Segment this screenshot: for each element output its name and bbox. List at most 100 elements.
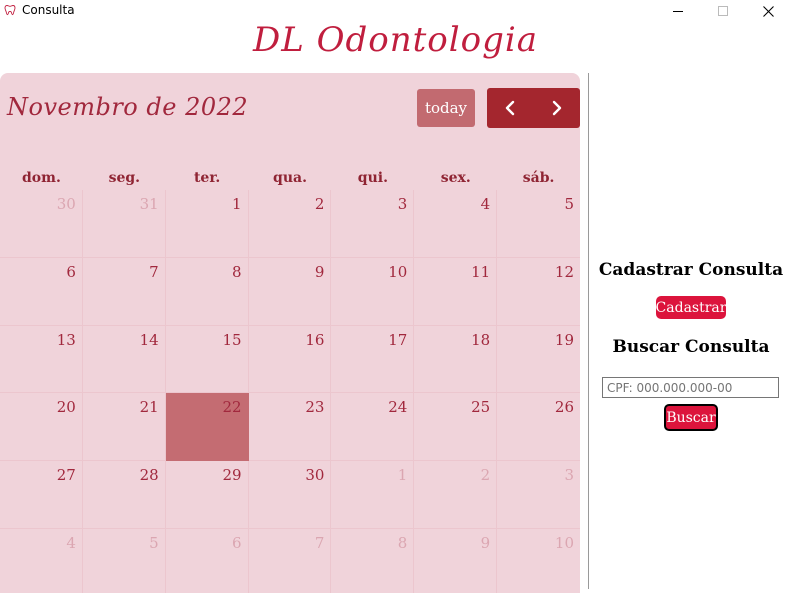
calendar-day[interactable]: 13 [0, 325, 83, 394]
calendar-day[interactable]: 5 [497, 190, 580, 258]
next-month-button[interactable] [534, 88, 581, 128]
calendar-day[interactable]: 9 [414, 528, 498, 593]
calendar-day[interactable]: 1 [331, 461, 415, 529]
day-number: 14 [139, 330, 159, 349]
day-number: 13 [56, 330, 76, 349]
prev-month-button[interactable] [487, 88, 534, 128]
calendar-day[interactable]: 4 [414, 190, 498, 258]
day-number: 5 [149, 533, 159, 552]
day-number: 20 [56, 398, 76, 417]
day-number: 1 [397, 466, 408, 485]
calendar-day[interactable]: 8 [165, 257, 249, 326]
calendar-day[interactable]: 2 [414, 461, 498, 529]
calendar-day[interactable]: 30 [248, 461, 332, 529]
weekday-label: dom. [22, 170, 61, 186]
day-number: 18 [471, 330, 491, 349]
calendar-day[interactable]: 28 [82, 461, 166, 529]
cpf-input[interactable] [602, 377, 779, 398]
calendar-day[interactable]: 8 [331, 528, 415, 593]
calendar-day[interactable]: 14 [82, 325, 166, 394]
day-number: 10 [388, 262, 408, 281]
calendar-day[interactable]: 10 [331, 257, 415, 326]
calendar-day[interactable]: 18 [414, 325, 498, 394]
day-number: 28 [139, 466, 159, 485]
day-number: 16 [305, 330, 325, 349]
day-number: 23 [305, 398, 325, 417]
calendar-day[interactable]: 6 [166, 528, 249, 593]
day-number: 24 [388, 398, 408, 417]
chevron-left-icon [506, 100, 515, 116]
buscar-heading: Buscar Consulta [612, 337, 770, 357]
day-number: 30 [56, 195, 76, 213]
calendar-day[interactable]: 1 [165, 190, 249, 258]
day-number: 9 [480, 533, 491, 552]
day-number: 8 [232, 262, 242, 281]
tooth-icon [4, 5, 16, 16]
day-number: 10 [554, 533, 575, 552]
weekday-label: seg. [108, 170, 141, 186]
calendar-day[interactable]: 21 [82, 393, 166, 462]
day-number: 25 [471, 398, 491, 417]
calendar-day[interactable]: 12 [497, 258, 580, 326]
weekday-label: qua. [273, 170, 307, 186]
calendar-day[interactable]: 3 [331, 190, 415, 258]
calendar-day[interactable]: 16 [248, 325, 332, 394]
day-number: 2 [314, 195, 325, 213]
today-button[interactable]: today [417, 89, 475, 127]
calendar-day[interactable]: 10 [497, 529, 580, 593]
day-number: 6 [232, 533, 242, 552]
calendar-day[interactable]: 3 [497, 461, 580, 529]
calendar-day[interactable]: 7 [249, 528, 332, 593]
calendar-week: 30 31 1 2 3 4 5 [0, 190, 580, 258]
calendar-week: 13 14 15 16 17 18 19 [0, 325, 580, 394]
calendar-day[interactable]: 24 [331, 393, 415, 462]
window-title: Consulta [22, 3, 75, 17]
calendar-day[interactable]: 17 [331, 325, 415, 394]
weekday-label: sáb. [522, 170, 555, 186]
day-number: 11 [471, 262, 491, 281]
cadastrar-heading: Cadastrar Consulta [598, 260, 784, 280]
calendar-day[interactable]: 5 [83, 528, 166, 593]
calendar-day[interactable]: 26 [497, 393, 580, 462]
weekday-header: dom. seg. ter. qua. qui. sex. sáb. [0, 170, 580, 190]
day-number: 26 [554, 398, 575, 417]
calendar-day[interactable]: 29 [165, 461, 249, 529]
calendar-week: 4 5 6 7 8 9 10 [0, 528, 580, 593]
calendar-week: 27 28 29 30 1 2 3 [0, 461, 580, 529]
day-number: 30 [305, 466, 325, 485]
day-number: 7 [314, 533, 325, 552]
day-number: 6 [66, 262, 76, 281]
calendar-day[interactable]: 19 [497, 326, 580, 394]
chevron-right-icon [552, 100, 561, 116]
buscar-button[interactable]: Buscar [664, 404, 718, 431]
calendar-day[interactable]: 9 [248, 257, 332, 326]
panel-divider [588, 73, 589, 589]
day-number: 4 [480, 195, 491, 213]
day-number: 21 [139, 398, 159, 417]
calendar-day[interactable]: 7 [82, 257, 166, 326]
calendar-day[interactable]: 2 [248, 190, 332, 258]
calendar-day[interactable]: 11 [414, 257, 498, 326]
calendar-day[interactable]: 15 [165, 325, 249, 394]
day-number: 19 [554, 330, 575, 349]
calendar-day[interactable]: 4 [0, 528, 83, 593]
day-number: 1 [232, 195, 242, 213]
calendar-week: 6 7 8 9 10 11 12 [0, 257, 580, 326]
calendar-day-today[interactable]: 22 [165, 393, 249, 462]
calendar-day[interactable]: 6 [0, 257, 83, 326]
calendar-day[interactable]: 23 [248, 393, 332, 462]
calendar-day[interactable]: 30 [0, 190, 83, 258]
day-number: 22 [222, 398, 242, 417]
day-number: 3 [564, 466, 575, 485]
cadastrar-button[interactable]: Cadastrar [656, 296, 726, 319]
weekday-label: qui. [357, 170, 388, 186]
calendar-day[interactable]: 25 [414, 393, 498, 462]
calendar-nav [487, 88, 580, 128]
calendar-day[interactable]: 20 [0, 393, 83, 462]
day-number: 15 [222, 330, 242, 349]
day-number: 31 [139, 195, 159, 213]
calendar-day[interactable]: 31 [82, 190, 166, 258]
calendar-day[interactable]: 27 [0, 461, 83, 529]
day-number: 4 [66, 533, 76, 552]
day-number: 5 [564, 195, 575, 213]
